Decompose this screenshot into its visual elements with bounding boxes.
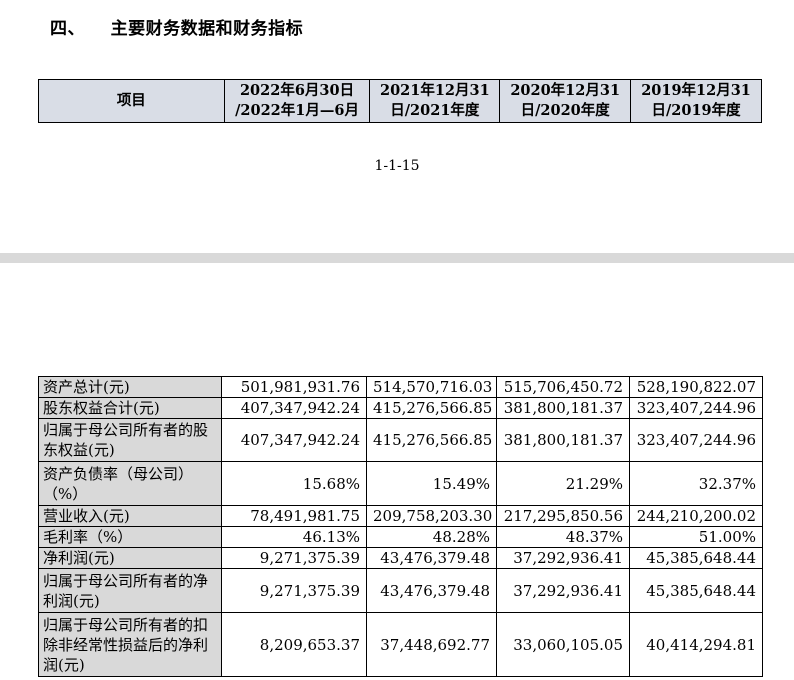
cell-value: 51.00% (629, 526, 763, 548)
header-col-4-line1: 2019年12月31 (641, 82, 751, 99)
cell-value: 209,758,203.30 (366, 505, 497, 527)
header-col-2-line2: 日/2021年度 (390, 102, 480, 119)
header-col-3-line1: 2020年12月31 (510, 82, 621, 99)
table-row: 股东权益合计(元) 407,347,942.24 415,276,566.85 … (38, 397, 763, 419)
header-col-3: 2020年12月31 日/2020年度 (499, 79, 632, 123)
cell-value: 43,476,379.48 (366, 547, 497, 569)
header-col-1-line2: /2022年1月—6月 (235, 102, 359, 119)
cell-value: 415,276,566.85 (366, 418, 497, 462)
table-row: 毛利率（%） 46.13% 48.28% 48.37% 51.00% (38, 526, 763, 548)
page-number: 1-1-15 (374, 158, 420, 174)
cell-value: 32.37% (629, 461, 763, 506)
cell-value: 15.49% (366, 461, 497, 506)
cell-value: 515,706,450.72 (496, 376, 630, 398)
cell-value: 323,407,244.96 (629, 418, 763, 462)
table-row: 营业收入(元) 78,491,981.75 209,758,203.30 217… (38, 505, 763, 527)
cell-value: 37,292,936.41 (496, 547, 630, 569)
header-col-2-line1: 2021年12月31 (379, 82, 490, 99)
header-row: 项目 2022年6月30日 /2022年1月—6月 2021年12月31 日/2… (38, 79, 762, 123)
header-col-4-line2: 日/2019年度 (651, 102, 741, 119)
cell-value: 40,414,294.81 (629, 612, 763, 677)
cell-value: 217,295,850.56 (496, 505, 630, 527)
header-col-3-line2: 日/2020年度 (520, 102, 610, 119)
cell-value: 381,800,181.37 (496, 397, 630, 419)
header-col-1: 2022年6月30日 /2022年1月—6月 (223, 79, 371, 123)
row-label: 资产总计(元) (38, 376, 222, 398)
cell-value: 8,209,653.37 (221, 612, 367, 677)
row-label: 资产负债率（母公司）（%） (38, 461, 222, 506)
page-separator (0, 253, 794, 263)
cell-value: 381,800,181.37 (496, 418, 630, 462)
cell-value: 528,190,822.07 (629, 376, 763, 398)
cell-value: 46.13% (221, 526, 367, 548)
header-col-4: 2019年12月31 日/2019年度 (630, 79, 762, 123)
table-row: 资产负债率（母公司）（%） 15.68% 15.49% 21.29% 32.37… (38, 461, 763, 506)
financial-data-table: 资产总计(元) 501,981,931.76 514,570,716.03 51… (38, 376, 763, 677)
table-row: 归属于母公司所有者的扣除非经常性损益后的净利润(元) 8,209,653.37 … (38, 612, 763, 677)
row-label: 净利润(元) (38, 547, 222, 569)
cell-value: 407,347,942.24 (221, 397, 367, 419)
cell-value: 323,407,244.96 (629, 397, 763, 419)
cell-value: 514,570,716.03 (366, 376, 497, 398)
cell-value: 9,271,375.39 (221, 568, 367, 613)
row-label: 毛利率（%） (38, 526, 222, 548)
header-col-2: 2021年12月31 日/2021年度 (369, 79, 501, 123)
cell-value: 9,271,375.39 (221, 547, 367, 569)
cell-value: 48.37% (496, 526, 630, 548)
cell-value: 33,060,105.05 (496, 612, 630, 677)
cell-value: 407,347,942.24 (221, 418, 367, 462)
section-title: 四、 主要财务数据和财务指标 (50, 19, 304, 39)
table-row: 归属于母公司所有者的股东权益(元) 407,347,942.24 415,276… (38, 418, 763, 462)
table-row: 归属于母公司所有者的净利润(元) 9,271,375.39 43,476,379… (38, 568, 763, 613)
row-label: 归属于母公司所有者的扣除非经常性损益后的净利润(元) (38, 612, 222, 677)
table-row: 资产总计(元) 501,981,931.76 514,570,716.03 51… (38, 376, 763, 398)
cell-value: 48.28% (366, 526, 497, 548)
cell-value: 15.68% (221, 461, 367, 506)
header-table: 项目 2022年6月30日 /2022年1月—6月 2021年12月31 日/2… (38, 79, 762, 123)
cell-value: 37,448,692.77 (366, 612, 497, 677)
row-label: 归属于母公司所有者的股东权益(元) (38, 418, 222, 462)
cell-value: 45,385,648.44 (629, 547, 763, 569)
row-label: 营业收入(元) (38, 505, 222, 527)
cell-value: 37,292,936.41 (496, 568, 630, 613)
cell-value: 244,210,200.02 (629, 505, 763, 527)
cell-value: 415,276,566.85 (366, 397, 497, 419)
header-col-1-line1: 2022年6月30日 (239, 82, 355, 99)
cell-value: 43,476,379.48 (366, 568, 497, 613)
header-item: 项目 (38, 79, 225, 123)
row-label: 股东权益合计(元) (38, 397, 222, 419)
cell-value: 21.29% (496, 461, 630, 506)
row-label: 归属于母公司所有者的净利润(元) (38, 568, 222, 613)
cell-value: 45,385,648.44 (629, 568, 763, 613)
table-row: 净利润(元) 9,271,375.39 43,476,379.48 37,292… (38, 547, 763, 569)
cell-value: 501,981,931.76 (221, 376, 367, 398)
cell-value: 78,491,981.75 (221, 505, 367, 527)
